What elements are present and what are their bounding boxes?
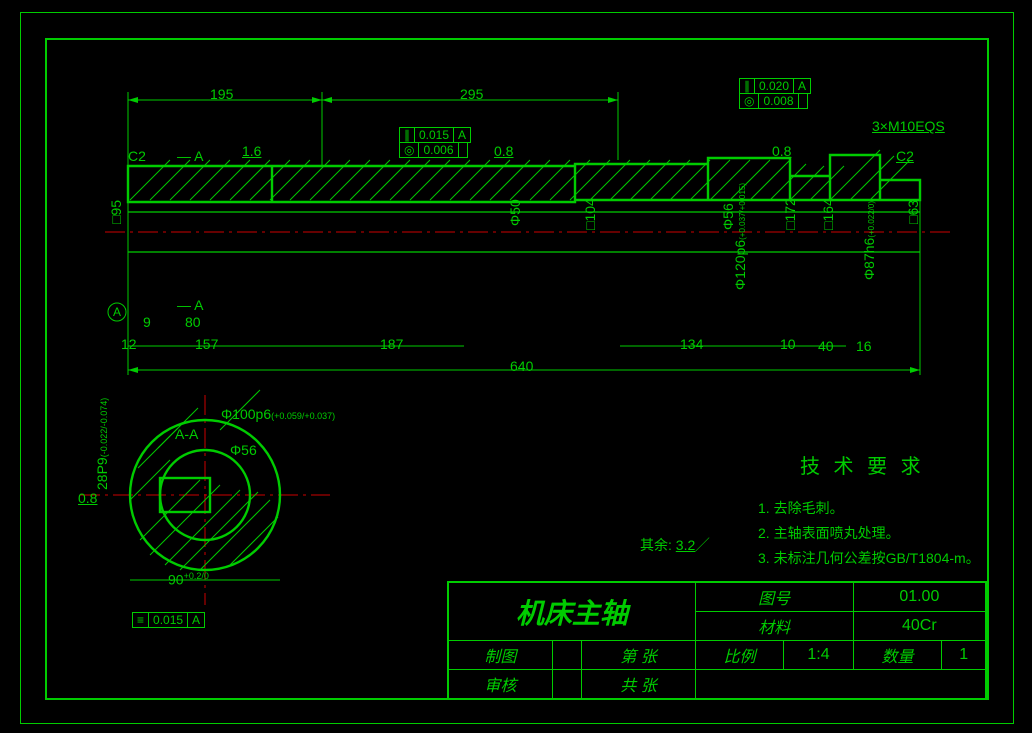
section-arrow-a-bot: — A [177,297,203,313]
fcf-right-row2: ◎ 0.008 [739,93,808,109]
chamfer-c2-left: C2 [128,148,146,164]
fcf-mid-row1: ∥ 0.015 A [399,127,471,143]
tb-tuhao-label: 图号 [695,582,853,612]
sect-d28: 28P9(-0.022/-0.074) [94,398,110,490]
dim-164: □164 [820,198,836,230]
tb-di-zhang: 第 张 [582,641,695,670]
surface-finish-1-6: 1.6 [242,143,261,159]
dim-40: 40 [818,338,834,354]
sect-sf: 0.8 [78,490,97,506]
surface-finish-0-8-mid: 0.8 [494,143,513,159]
chamfer-c2-right: C2 [896,148,914,164]
fcf-mid-row2: ◎ 0.006 [399,142,468,158]
tb-tuhao: 01.00 [853,582,986,612]
dim-134: 134 [680,336,703,352]
dim-phi120: Φ120p6(+0.037/+0.015) [732,183,748,290]
dim-phi87: Φ87h6(+0.022/0) [861,201,877,280]
dim-172: □172 [782,198,798,230]
surface-finish-0-8-right: 0.8 [772,143,791,159]
tb-shuliang-label: 数量 [853,641,942,670]
dim-295: 295 [460,86,483,102]
note-2: 2. 主轴表面喷丸处理。 [758,523,900,543]
dim-16: 16 [856,338,872,354]
tech-req-header: 技 术 要 求 [800,450,925,479]
tb-bili-label: 比例 [695,641,784,670]
tb-shuliang: 1 [942,641,986,670]
fcf-right-row1: ∥ 0.020 A [739,78,811,94]
sect-d56: Φ56 [230,442,257,458]
dim-63: □63 [905,200,921,224]
tb-zhitu-label: 制图 [448,641,552,670]
note-3: 3. 未标注几何公差按GB/T1804-m。 [758,548,980,568]
dim-95: □95 [108,200,124,224]
dim-104: □104 [582,198,598,230]
tb-shenhe-label: 审核 [448,670,552,700]
dim-10: 10 [780,336,796,352]
qiyu: 其余: 3.2╱ [640,535,709,555]
tb-bili: 1:4 [784,641,853,670]
datum-a: A [113,305,121,319]
section-arrow-a-top: — A [177,148,203,164]
dim-187: 187 [380,336,403,352]
note-1: 1. 去除毛刺。 [758,498,844,518]
tb-material-label: 材料 [695,612,853,641]
dim-640: 640 [510,358,533,374]
dim-9: 9 [143,314,151,330]
dim-phi50: Φ50 [507,199,523,226]
tb-gong-zhang: 共 张 [582,670,695,700]
sect-d100: Φ100p6(+0.059/+0.037) [221,406,335,422]
dim-157: 157 [195,336,218,352]
dim-80: 80 [185,314,201,330]
part-name: 机床主轴 [448,582,695,641]
dim-12: 12 [121,336,137,352]
dim-195: 195 [210,86,233,102]
sect-fcf: ≡ 0.015 A [132,612,205,628]
title-block: 机床主轴 图号 01.00 材料 40Cr 制图 第 张 比例 1:4 数量 1… [447,581,987,700]
section-label: A-A [175,426,198,442]
tb-material: 40Cr [853,612,986,641]
sect-d90: 90+0.2/0 [168,571,209,588]
thread-note: 3×M10EQS [872,118,945,134]
